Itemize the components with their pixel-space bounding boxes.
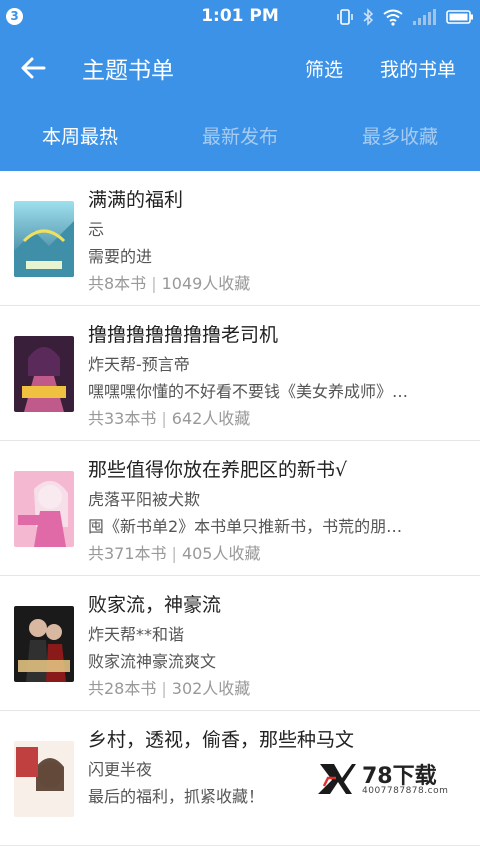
booklist-title: 那些值得你放在养肥区的新书√: [88, 459, 348, 481]
stat-divider: |: [171, 544, 177, 563]
status-icons: [336, 7, 474, 27]
stat-divider: |: [161, 679, 167, 698]
booklist-item[interactable]: 撸撸撸撸撸撸撸老司机 炸天帮-预言帝 嘿嘿嘿你懂的不好看不要钱《美女养成师》… …: [0, 306, 480, 441]
filter-button[interactable]: 筛选: [305, 55, 343, 82]
book-count: 共33本书: [88, 409, 157, 428]
booklist-stats: 共28本书 | 302人收藏: [88, 675, 250, 699]
favorite-count: 302人收藏: [171, 679, 251, 698]
page-title: 主题书单: [82, 58, 174, 84]
arrow-left-icon: [21, 57, 46, 79]
battery-icon: [446, 8, 474, 26]
booklist-description: 囤《新书单2》本书单只推新书，书荒的朋…: [88, 517, 403, 536]
wifi-icon: [382, 8, 404, 26]
site-watermark: 78下载 4007787878.com: [316, 758, 476, 796]
book-count: 共371本书: [88, 544, 167, 563]
tab-weekly-hot[interactable]: 本周最热: [0, 103, 160, 171]
booklist-title: 乡村，透视，偷香，那些种马文: [88, 729, 355, 751]
book-cover: [14, 336, 74, 412]
tab-latest[interactable]: 最新发布: [160, 103, 320, 171]
booklist-list: 满满的福利 忈 需要的进 共8本书 | 1049人收藏 撸撸撸撸撸撸撸老司机 炸天帮…: [0, 171, 480, 846]
vibrate-icon: [336, 8, 354, 26]
booklist-author: 炸天帮**和谐: [88, 625, 185, 644]
booklist-item[interactable]: 满满的福利 忈 需要的进 共8本书 | 1049人收藏: [0, 171, 480, 306]
stat-divider: |: [151, 274, 157, 293]
booklist-author: 虎落平阳被犬欺: [88, 490, 201, 509]
favorite-count: 405人收藏: [181, 544, 261, 563]
booklist-description: 败家流神豪流爽文: [88, 652, 217, 671]
booklist-stats: 共8本书 | 1049人收藏: [88, 270, 250, 294]
booklist-item[interactable]: 败家流，神豪流 炸天帮**和谐 败家流神豪流爽文 共28本书 | 302人收藏: [0, 576, 480, 711]
book-count: 共8本书: [88, 274, 147, 293]
favorite-count: 1049人收藏: [161, 274, 251, 293]
my-booklist-button[interactable]: 我的书单: [380, 55, 456, 82]
booklist-stats: 共33本书 | 642人收藏: [88, 405, 250, 429]
book-cover: [14, 741, 74, 817]
book-cover: [14, 471, 74, 547]
booklist-author: 闪更半夜: [88, 760, 153, 779]
book-cover: [14, 606, 74, 682]
booklist-stats: 共371本书 | 405人收藏: [88, 540, 260, 564]
signal-icon: [412, 8, 438, 26]
status-bar: 3 1:01 PM: [0, 0, 480, 33]
app-header: 主题书单 筛选 我的书单: [0, 33, 480, 103]
favorite-count: 642人收藏: [171, 409, 251, 428]
booklist-item[interactable]: 那些值得你放在养肥区的新书√ 虎落平阳被犬欺 囤《新书单2》本书单只推新书，书荒…: [0, 441, 480, 576]
booklist-title: 撸撸撸撸撸撸撸老司机: [88, 324, 279, 346]
watermark-phone: 4007787878.com: [362, 786, 449, 796]
bluetooth-icon: [362, 8, 374, 26]
back-button[interactable]: [18, 53, 52, 83]
tab-most-favorited[interactable]: 最多收藏: [320, 103, 480, 171]
stat-divider: |: [161, 409, 167, 428]
booklist-title: 败家流，神豪流: [88, 594, 222, 616]
booklist-author: 炸天帮-预言帝: [88, 355, 190, 374]
watermark-logo-icon: [316, 758, 356, 800]
tab-bar: 本周最热 最新发布 最多收藏: [0, 103, 480, 171]
book-cover: [14, 201, 74, 277]
book-count: 共28本书: [88, 679, 157, 698]
booklist-description: 需要的进: [88, 247, 153, 266]
booklist-author: 忈: [88, 220, 105, 239]
booklist-title: 满满的福利: [88, 189, 184, 211]
booklist-description: 嘿嘿嘿你懂的不好看不要钱《美女养成师》…: [88, 382, 409, 401]
